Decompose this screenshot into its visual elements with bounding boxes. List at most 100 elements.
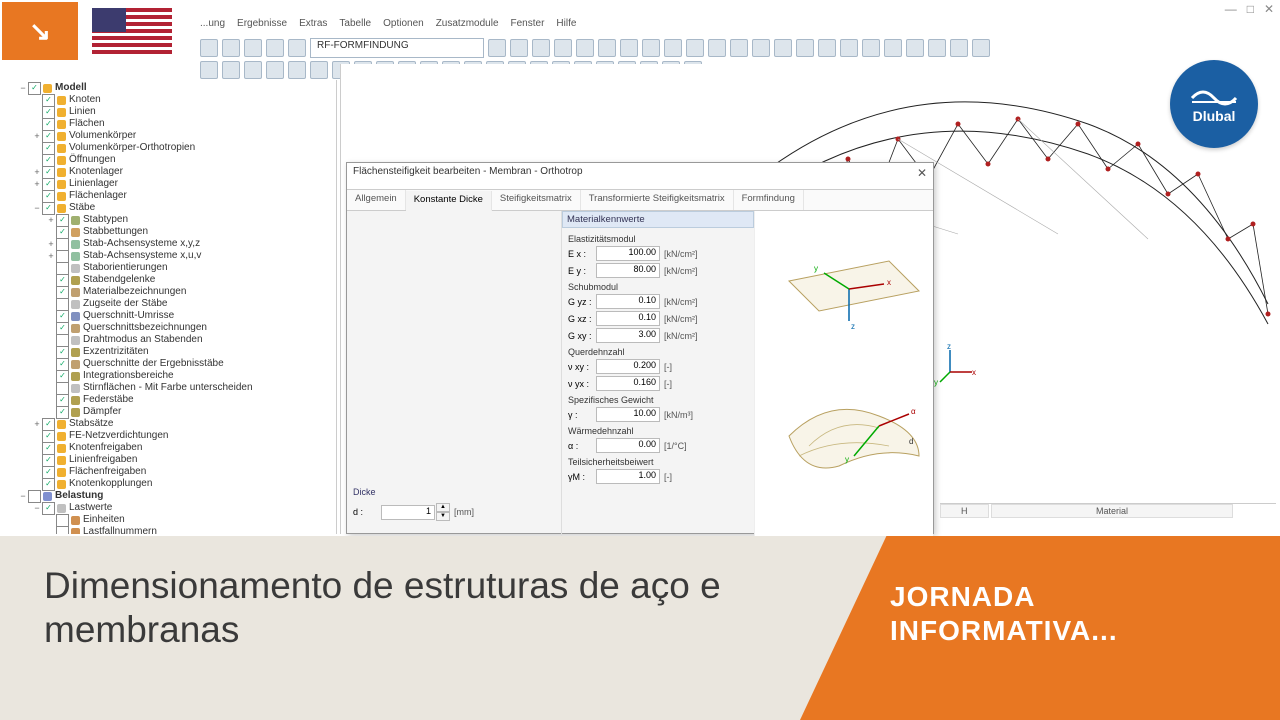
tree-row[interactable]: +Stab-Achsensysteme x,u,v xyxy=(8,250,334,262)
toolbar-icon[interactable] xyxy=(222,61,240,79)
ex-input[interactable]: 100.00 xyxy=(596,246,660,261)
toolbar-icon[interactable] xyxy=(576,39,594,57)
toolbar-icon[interactable] xyxy=(510,39,528,57)
toolbar-icon[interactable] xyxy=(972,39,990,57)
toolbar-icon[interactable] xyxy=(310,61,328,79)
toolbar-icon[interactable] xyxy=(642,39,660,57)
tree-row[interactable]: +✓Stabtypen xyxy=(8,214,334,226)
tree-checkbox[interactable]: ✓ xyxy=(56,406,69,419)
tree-row[interactable]: +✓Stabsätze xyxy=(8,418,334,430)
tree-row[interactable]: +✓Volumenkörper xyxy=(8,130,334,142)
tab-allgemein[interactable]: Allgemein xyxy=(347,190,406,210)
ey-input[interactable]: 80.00 xyxy=(596,263,660,278)
toolbar-icon[interactable] xyxy=(774,39,792,57)
tree-row[interactable]: ✓Flächenfreigaben xyxy=(8,466,334,478)
tree-row[interactable]: −✓Stäbe xyxy=(8,202,334,214)
tree-twisty-icon[interactable]: − xyxy=(18,82,28,94)
tree-row[interactable]: Einheiten xyxy=(8,514,334,526)
tree-row[interactable]: ✓Stabendgelenke xyxy=(8,274,334,286)
tree-twisty-icon[interactable]: + xyxy=(32,166,42,178)
toolbar-icon[interactable] xyxy=(266,61,284,79)
toolbar-icon[interactable] xyxy=(288,39,306,57)
toolbar-icon[interactable] xyxy=(862,39,880,57)
tree-row[interactable]: −✓Modell xyxy=(8,82,334,94)
toolbar-icon[interactable] xyxy=(266,39,284,57)
tree-twisty-icon[interactable]: − xyxy=(32,202,42,214)
tree-row[interactable]: ✓Federstäbe xyxy=(8,394,334,406)
tree-row[interactable]: ✓Knotenfreigaben xyxy=(8,442,334,454)
tree-twisty-icon[interactable]: + xyxy=(46,238,56,250)
tree-row[interactable]: ✓Querschnitt-Umrisse xyxy=(8,310,334,322)
toolbar-icon[interactable] xyxy=(244,61,262,79)
toolbar-icon[interactable] xyxy=(928,39,946,57)
tree-row[interactable]: ✓Dämpfer xyxy=(8,406,334,418)
toolbar-icon[interactable] xyxy=(796,39,814,57)
toolbar-icon[interactable] xyxy=(950,39,968,57)
gamma-input[interactable]: 10.00 xyxy=(596,407,660,422)
tree-row[interactable]: +Stab-Achsensysteme x,y,z xyxy=(8,238,334,250)
toolbar-icon[interactable] xyxy=(488,39,506,57)
toolbar-icon[interactable] xyxy=(708,39,726,57)
tab-transformierte-steifigkeitsmatrix[interactable]: Transformierte Steifigkeitsmatrix xyxy=(581,190,734,210)
menu-item[interactable]: Tabelle xyxy=(339,18,371,34)
tree-row[interactable]: ✓Knotenkopplungen xyxy=(8,478,334,490)
menu-item[interactable]: Hilfe xyxy=(556,18,576,34)
tree-row[interactable]: ✓Flächen xyxy=(8,118,334,130)
tree-row[interactable]: Zugseite der Stäbe xyxy=(8,298,334,310)
toolbar-icon[interactable] xyxy=(200,61,218,79)
tree-twisty-icon[interactable]: − xyxy=(32,502,42,514)
tab-konstante-dicke[interactable]: Konstante Dicke xyxy=(406,191,492,211)
tree-checkbox[interactable] xyxy=(28,490,41,503)
toolbar-icon[interactable] xyxy=(752,39,770,57)
tree-twisty-icon[interactable]: + xyxy=(46,214,56,226)
toolbar-icon[interactable] xyxy=(554,39,572,57)
tree-row[interactable]: ✓Öffnungen xyxy=(8,154,334,166)
module-selector[interactable]: RF-FORMFINDUNG xyxy=(310,38,484,58)
toolbar-icon[interactable] xyxy=(244,39,262,57)
tree-row[interactable]: ✓Linien xyxy=(8,106,334,118)
gxy-input[interactable]: 3.00 xyxy=(596,328,660,343)
tree-row[interactable]: −✓Lastwerte xyxy=(8,502,334,514)
tree-row[interactable]: ✓Volumenkörper-Orthotropien xyxy=(8,142,334,154)
tab-formfindung[interactable]: Formfindung xyxy=(734,190,804,210)
tree-row[interactable]: Lastfallnummern xyxy=(8,526,334,534)
gxz-input[interactable]: 0.10 xyxy=(596,311,660,326)
vxy-input[interactable]: 0.200 xyxy=(596,359,660,374)
toolbar-icon[interactable] xyxy=(222,39,240,57)
tree-row[interactable]: Stirnflächen - Mit Farbe unterscheiden xyxy=(8,382,334,394)
menu-item[interactable]: Optionen xyxy=(383,18,424,34)
alpha-input[interactable]: 0.00 xyxy=(596,438,660,453)
tree-row[interactable]: ✓Stabbettungen xyxy=(8,226,334,238)
tree-twisty-icon[interactable]: + xyxy=(32,130,42,142)
toolbar-icon[interactable] xyxy=(884,39,902,57)
tree-row[interactable]: ✓Querschnitte der Ergebnisstäbe xyxy=(8,358,334,370)
tree-checkbox[interactable]: ✓ xyxy=(42,478,55,491)
toolbar-icon[interactable] xyxy=(818,39,836,57)
toolbar-icon[interactable] xyxy=(620,39,638,57)
tree-checkbox[interactable]: ✓ xyxy=(42,202,55,215)
us-flag-icon[interactable] xyxy=(92,8,172,54)
spinner-down-icon[interactable]: ▼ xyxy=(436,512,450,521)
toolbar-icon[interactable] xyxy=(598,39,616,57)
menu-item[interactable]: ...ung xyxy=(200,18,225,34)
toolbar-icon[interactable] xyxy=(906,39,924,57)
tree-row[interactable]: ✓Integrationsbereiche xyxy=(8,370,334,382)
menu-item[interactable]: Fenster xyxy=(511,18,545,34)
tree-twisty-icon[interactable]: + xyxy=(32,178,42,190)
col-h[interactable]: H xyxy=(940,504,989,518)
tree-row[interactable]: Staborientierungen xyxy=(8,262,334,274)
gamma-m-input[interactable]: 1.00 xyxy=(596,469,660,484)
toolbar-icon[interactable] xyxy=(532,39,550,57)
dialog-close-icon[interactable]: ✕ xyxy=(917,166,927,186)
menu-item[interactable]: Extras xyxy=(299,18,327,34)
tree-row[interactable]: −Belastung xyxy=(8,490,334,502)
toolbar-icon[interactable] xyxy=(664,39,682,57)
d-input[interactable]: 1 xyxy=(381,505,435,520)
col-material[interactable]: Material xyxy=(991,504,1233,518)
menu-item[interactable]: Ergebnisse xyxy=(237,18,287,34)
spinner-up-icon[interactable]: ▲ xyxy=(436,503,450,512)
tree-row[interactable]: ✓Exzentrizitäten xyxy=(8,346,334,358)
tree-twisty-icon[interactable]: + xyxy=(46,250,56,262)
toolbar-icon[interactable] xyxy=(200,39,218,57)
close-button[interactable]: ✕ xyxy=(1264,2,1274,16)
